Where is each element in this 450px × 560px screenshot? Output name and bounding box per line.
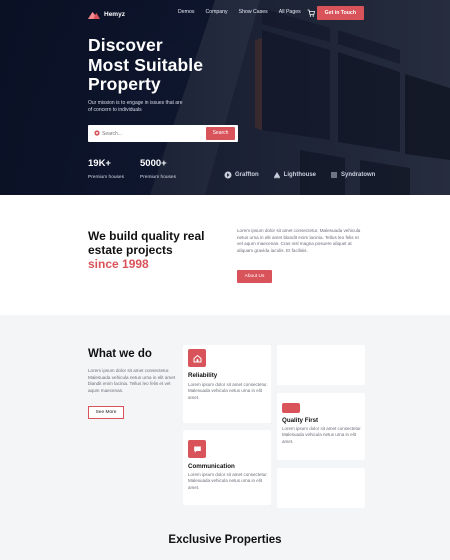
lighthouse-logo-icon	[273, 172, 280, 179]
about-section: We build quality real estate projects si…	[0, 195, 450, 315]
stat-label: Premium houses	[140, 175, 176, 180]
nav-link-all-pages[interactable]: All Pages	[279, 9, 301, 15]
location-pin-icon	[94, 130, 100, 136]
stat-block: 19K+ Premium houses	[88, 158, 124, 180]
service-card[interactable]: Quality First Lorem ipsum dolor sit amet…	[277, 393, 365, 460]
card-title: Communication	[188, 463, 235, 470]
stat-block: 5000+ Premium houses	[140, 158, 176, 180]
about-heading-accent: since 1998	[88, 257, 149, 271]
hero-subtitle: Our mission is to engage in issues that …	[88, 100, 183, 113]
partner-syndratown: Syndratown	[330, 171, 375, 179]
see-more-button[interactable]: See More	[88, 406, 124, 419]
cart-icon[interactable]	[307, 9, 315, 17]
stat-value: 19K+	[88, 158, 111, 169]
top-nav: Hemyz Demos Company Show Cases All Pages…	[88, 6, 364, 22]
card-icon-badge	[188, 349, 206, 367]
chat-icon	[193, 446, 201, 453]
partner-logos: Graffton Lighthouse Syndratown	[224, 171, 375, 179]
hero-title-line: Most Suitable	[88, 54, 204, 75]
nav-link-show-cases[interactable]: Show Cases	[239, 9, 268, 15]
search-button[interactable]: Search	[206, 127, 235, 140]
stat-value: 5000+	[140, 158, 167, 169]
partner-name: Syndratown	[341, 172, 376, 178]
service-card[interactable]: Communication Lorem ipsum dolor sit amet…	[183, 430, 271, 505]
hero-title-line: Property	[88, 74, 161, 94]
stat-label: Premium houses	[88, 175, 124, 180]
graffton-logo-icon	[224, 171, 232, 179]
brand-name: Hemyz	[104, 10, 125, 18]
card-icon-badge	[188, 440, 206, 458]
card-title: Quality First	[282, 417, 319, 424]
card-title: Reliability	[188, 372, 218, 379]
nav-link-company[interactable]: Company	[205, 9, 227, 15]
about-heading: We build quality real estate projects si…	[88, 229, 228, 271]
what-we-do-heading: What we do	[88, 348, 152, 360]
partner-name: Lighthouse	[283, 172, 317, 178]
card-text: Lorem ipsum dolor sit amet consectetur. …	[282, 426, 362, 444]
what-we-do-paragraph: Lorem ipsum dolor sit amet consectetur. …	[88, 368, 176, 393]
home-icon	[193, 354, 201, 362]
get-in-touch-button[interactable]: Get in Touch	[316, 6, 364, 20]
syndratown-logo-icon	[331, 172, 338, 178]
about-heading-main: We build quality real estate projects	[88, 229, 205, 257]
service-card-placeholder	[277, 345, 365, 385]
about-us-button[interactable]: About Us	[237, 270, 272, 283]
search-bar: Search	[88, 125, 238, 142]
card-text: Lorem ipsum dolor sit amet consectetur. …	[188, 382, 268, 400]
nav-menu: Demos Company Show Cases All Pages	[178, 9, 301, 15]
service-card-placeholder	[277, 468, 365, 508]
card-text: Lorem ipsum dolor sit amet consectetur. …	[188, 472, 268, 490]
about-paragraph: Lorem ipsum dolor sit amet consectetur. …	[237, 228, 361, 253]
hero-section: Hemyz Demos Company Show Cases All Pages…	[0, 0, 450, 195]
service-card[interactable]: Reliability Lorem ipsum dolor sit amet c…	[183, 345, 271, 423]
brand-logo[interactable]: Hemyz	[88, 10, 125, 19]
hero-title: Discover Most Suitable Property	[88, 35, 204, 95]
partner-lighthouse: Lighthouse	[273, 171, 316, 179]
hero-overlay	[0, 0, 450, 195]
search-input[interactable]	[102, 128, 202, 139]
partner-name: Graffton	[235, 172, 259, 178]
nav-link-demos[interactable]: Demos	[178, 9, 194, 15]
partner-graffton: Graffton	[224, 171, 259, 179]
card-icon-badge	[282, 403, 300, 413]
exclusive-properties-heading: Exclusive Properties	[168, 534, 282, 546]
what-we-do-section: What we do Lorem ipsum dolor sit amet co…	[0, 315, 450, 560]
logo-icon	[88, 11, 100, 19]
hero-title-line: Discover	[88, 35, 163, 55]
